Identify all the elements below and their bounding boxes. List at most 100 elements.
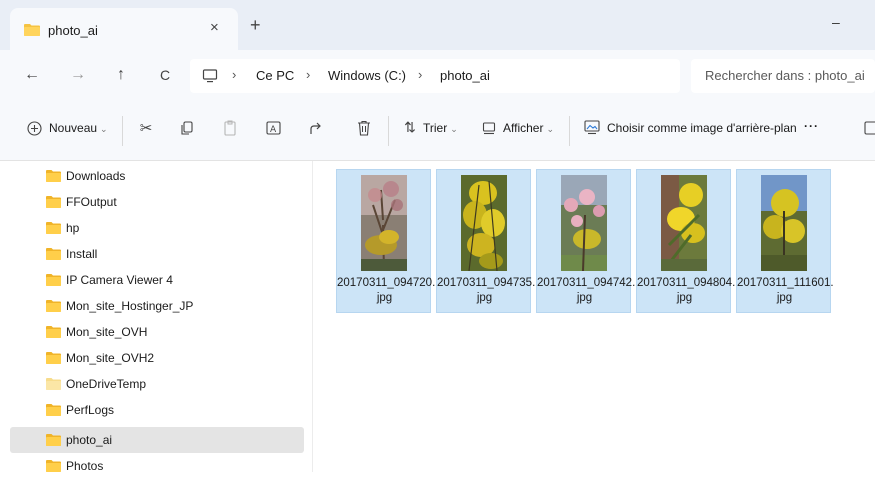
sort-label: Trier (423, 121, 448, 135)
folder-icon (46, 248, 61, 263)
sidebar-item-mon-site-ovh2[interactable]: Mon_site_OVH2 (10, 345, 304, 371)
sidebar-item-label: Downloads (66, 169, 126, 183)
folder-icon (46, 222, 61, 237)
breadcrumb-separator: › (306, 67, 311, 82)
breadcrumb-windows-c[interactable]: Windows (C:) (328, 68, 406, 83)
view-icon[interactable] (479, 119, 499, 139)
file-name: 20170311_094735. jpg (437, 277, 536, 304)
file-item[interactable]: 20170311_094742. jpg (536, 169, 636, 313)
sidebar-item-label: IP Camera Viewer 4 (66, 273, 173, 287)
folder-icon (46, 300, 61, 315)
cut-icon[interactable]: ✂ (136, 119, 156, 137)
folder-icon (46, 196, 61, 211)
breadcrumb-separator: › (418, 67, 423, 82)
sidebar-item-hp[interactable]: hp (10, 215, 304, 241)
file-list: 20170311_094720. jpg 20170311_094735. jp… (313, 161, 875, 472)
chevron-down-icon: ⌄ (100, 124, 108, 134)
sort-button[interactable]: Trier ⌄ (423, 121, 458, 135)
file-name: 20170311_094804. jpg (637, 277, 736, 304)
folder-icon (46, 274, 61, 289)
chevron-down-icon: ⌄ (450, 124, 458, 134)
svg-text:A: A (270, 125, 277, 135)
image-thumbnail (661, 175, 707, 271)
sidebar-item-mon-site-hostinger-jp[interactable]: Mon_site_Hostinger_JP (10, 293, 304, 319)
rename-icon[interactable]: A (263, 119, 283, 140)
image-thumbnail (761, 175, 807, 271)
share-icon[interactable] (306, 119, 326, 140)
forward-arrow-icon[interactable]: → (68, 66, 88, 84)
computer-icon (202, 68, 218, 87)
new-label: Nouveau (49, 121, 98, 135)
set-background-button[interactable]: Choisir comme image d'arrière-plan (607, 121, 797, 135)
file-name: 20170311_094742. jpg (537, 277, 636, 304)
folder-icon (46, 434, 61, 449)
command-toolbar: Nouveau ⌄ ✂ A ⇅ Trier ⌄ Afficher ⌄ Choisir … (0, 104, 875, 161)
sort-icon[interactable]: ⇅ (400, 119, 420, 136)
copy-icon[interactable] (177, 119, 197, 140)
breadcrumb-photo-ai[interactable]: photo_ai (440, 68, 490, 83)
chevron-down-icon: ⌄ (546, 124, 555, 134)
sidebar-item-perflogs[interactable]: PerfLogs (10, 397, 304, 423)
breadcrumb-separator: › (232, 67, 237, 82)
address-bar[interactable]: › Ce PC › Windows (C:) › photo_ai (190, 59, 680, 93)
file-name: 20170311_111601. jpg (737, 277, 834, 304)
sidebar-item-mon-site-ovh[interactable]: Mon_site_OVH (10, 319, 304, 345)
image-thumbnail (361, 175, 407, 271)
file-item[interactable]: 20170311_111601. jpg (736, 169, 834, 313)
search-input[interactable]: Rechercher dans : photo_ai (691, 59, 875, 93)
file-item[interactable]: 20170311_094720. jpg (336, 169, 436, 313)
sidebar-item-label: PerfLogs (66, 403, 115, 417)
sidebar-item-install[interactable]: Install (10, 241, 304, 267)
minimize-button[interactable]: – (832, 14, 840, 30)
sidebar-item-label: FFOutput (66, 195, 117, 209)
paste-icon[interactable] (220, 119, 240, 140)
image-thumbnail (561, 175, 607, 271)
file-name: 20170311_094720. jpg (337, 277, 436, 304)
new-plus-icon[interactable] (24, 119, 44, 140)
folder-icon (46, 170, 61, 185)
search-placeholder: Rechercher dans : photo_ai (705, 68, 865, 83)
folder-icon (46, 460, 61, 475)
details-pane-icon[interactable] (860, 119, 875, 139)
sidebar-item-label: photo_ai (66, 433, 113, 447)
breadcrumb-ce-pc[interactable]: Ce PC (256, 68, 294, 83)
view-button[interactable]: Afficher ⌄ (503, 121, 554, 135)
tab-title: photo_ai (48, 23, 98, 38)
file-item[interactable]: 20170311_094735. jpg (436, 169, 536, 313)
sidebar-item-ip-camera-viewer[interactable]: IP Camera Viewer 4 (10, 267, 304, 293)
view-label: Afficher (503, 121, 544, 135)
close-tab-icon[interactable]: × (210, 19, 219, 36)
new-tab-button[interactable]: + (250, 16, 261, 34)
sidebar-item-label: OneDriveTemp (66, 377, 147, 391)
file-item[interactable]: 20170311_094804. jpg (636, 169, 736, 313)
back-arrow-icon[interactable]: ← (22, 66, 42, 84)
sidebar-item-downloads[interactable]: Downloads (10, 163, 304, 189)
address-row: ← → ↑ C › Ce PC › Windows (C:) › photo_a… (0, 50, 875, 104)
set-background-icon[interactable] (582, 119, 602, 139)
folder-icon (46, 378, 61, 393)
sidebar-item-ffoutput[interactable]: FFOutput (10, 189, 304, 215)
sidebar-item-label: Mon_site_OVH2 (66, 351, 155, 365)
sidebar-item-label: Photos (66, 459, 104, 473)
folder-icon (46, 326, 61, 341)
sidebar-item-onedrivetemp[interactable]: OneDriveTemp (10, 371, 304, 397)
image-thumbnail (461, 175, 507, 271)
folder-icon (46, 404, 61, 419)
sidebar-item-label: Mon_site_Hostinger_JP (66, 299, 194, 313)
up-arrow-icon[interactable]: ↑ (111, 66, 131, 84)
sidebar-item-photos[interactable]: Photos (10, 453, 304, 479)
sidebar-item-label: Install (66, 247, 98, 261)
navigation-pane: Downloads FFOutput hp Install IP Camera … (0, 161, 313, 473)
new-button[interactable]: Nouveau ⌄ (49, 121, 108, 135)
sidebar-item-photo-ai[interactable]: photo_ai (10, 427, 304, 453)
toolbar-divider (569, 116, 570, 146)
tab-photo-ai[interactable]: photo_ai × (10, 8, 238, 50)
toolbar-divider (122, 116, 123, 146)
more-options-icon[interactable]: ··· (804, 119, 819, 133)
refresh-icon[interactable]: C (155, 67, 175, 83)
sidebar-item-label: Mon_site_OVH (66, 325, 148, 339)
toolbar-divider (388, 116, 389, 146)
folder-icon (24, 23, 40, 36)
delete-trash-icon[interactable] (354, 119, 374, 140)
title-bar: photo_ai × + – (0, 0, 875, 50)
